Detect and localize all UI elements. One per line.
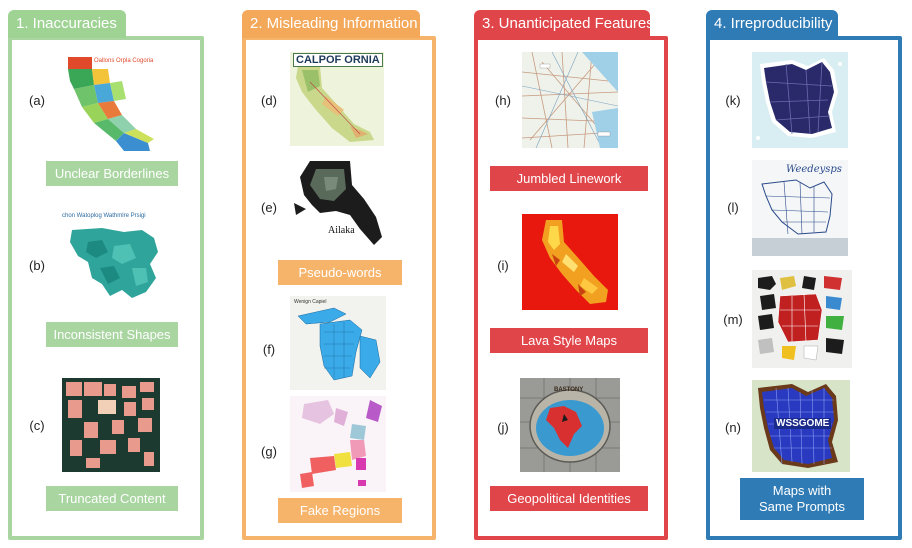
- label-j: (j): [497, 420, 509, 435]
- label-n: (n): [725, 420, 741, 435]
- caption-maps-with-same-prompts: Maps with Same Prompts: [740, 478, 864, 520]
- label-m: (m): [723, 312, 743, 327]
- map-title-f: Wenign Capiel: [294, 299, 327, 305]
- map-title-n: WSSGOME: [774, 418, 832, 429]
- label-k: (k): [725, 93, 741, 108]
- label-c: (c): [29, 418, 45, 433]
- map-japan-regions: [290, 396, 386, 492]
- map-california-physical: CALPOF ORNIA: [290, 52, 384, 146]
- label-b: (b): [29, 258, 45, 273]
- map-region-shapes: chon Watoplog Wathmlre Prsigi: [62, 212, 164, 310]
- panel-title-irreproducibility: 4. Irreproducibility: [706, 10, 838, 38]
- map-us-states-truncated: [62, 378, 160, 472]
- map-michigan: Wenign Capiel: [290, 296, 386, 390]
- caption-inconsistent-shapes: Inconsistent Shapes: [46, 322, 178, 347]
- caption-jumbled-linework: Jumbled Linework: [490, 166, 648, 191]
- panel-title-unanticipated-features: 3. Unanticipated Features: [474, 10, 654, 38]
- caption-geopolitical-identities: Geopolitical Identities: [490, 486, 648, 511]
- caption-truncated-content: Truncated Content: [46, 486, 178, 511]
- label-l: (l): [727, 200, 739, 215]
- map-title-l: Weedeysps: [786, 164, 842, 175]
- label-h: (h): [495, 93, 511, 108]
- label-e: (e): [261, 200, 277, 215]
- map-wisconsin-sticker: [752, 52, 848, 148]
- map-geopolitical-korea: BASTONY: [520, 378, 620, 472]
- map-title-j: BASTONY: [554, 387, 584, 393]
- label-d: (d): [261, 93, 277, 108]
- caption-unclear-borderlines: Unclear Borderlines: [46, 161, 178, 186]
- map-whiteboard-sketch: Weedeysps: [752, 160, 848, 256]
- label-i: (i): [497, 258, 509, 273]
- map-lava-california: [522, 214, 618, 310]
- map-title-a: Oallons Orpla Cogoria: [94, 58, 154, 64]
- map-wisconsin-grid-sign: WSSGOME: [752, 380, 850, 472]
- caption-fake-regions: Fake Regions: [278, 498, 402, 523]
- map-wisconsin-variants: [752, 270, 852, 368]
- caption-pseudo-words: Pseudo-words: [278, 260, 402, 285]
- map-title-b: chon Watoplog Wathmlre Prsigi: [62, 213, 146, 219]
- label-a: (a): [29, 93, 45, 108]
- label-f: (f): [262, 342, 276, 357]
- panel-title-inaccuracies: 1. Inaccuracies: [8, 10, 126, 38]
- map-alaska: Ailaka: [290, 155, 386, 251]
- map-title-e: Ailaka: [328, 225, 355, 236]
- caption-lava-style-maps: Lava Style Maps: [490, 328, 648, 353]
- panel-title-misleading-information: 2. Misleading Information: [242, 10, 420, 38]
- label-g: (g): [261, 444, 277, 459]
- map-california-counties: Oallons Orpla Cogoria: [64, 55, 160, 153]
- map-title-d: CALPOF ORNIA: [293, 53, 383, 67]
- map-road-linework: [522, 52, 618, 148]
